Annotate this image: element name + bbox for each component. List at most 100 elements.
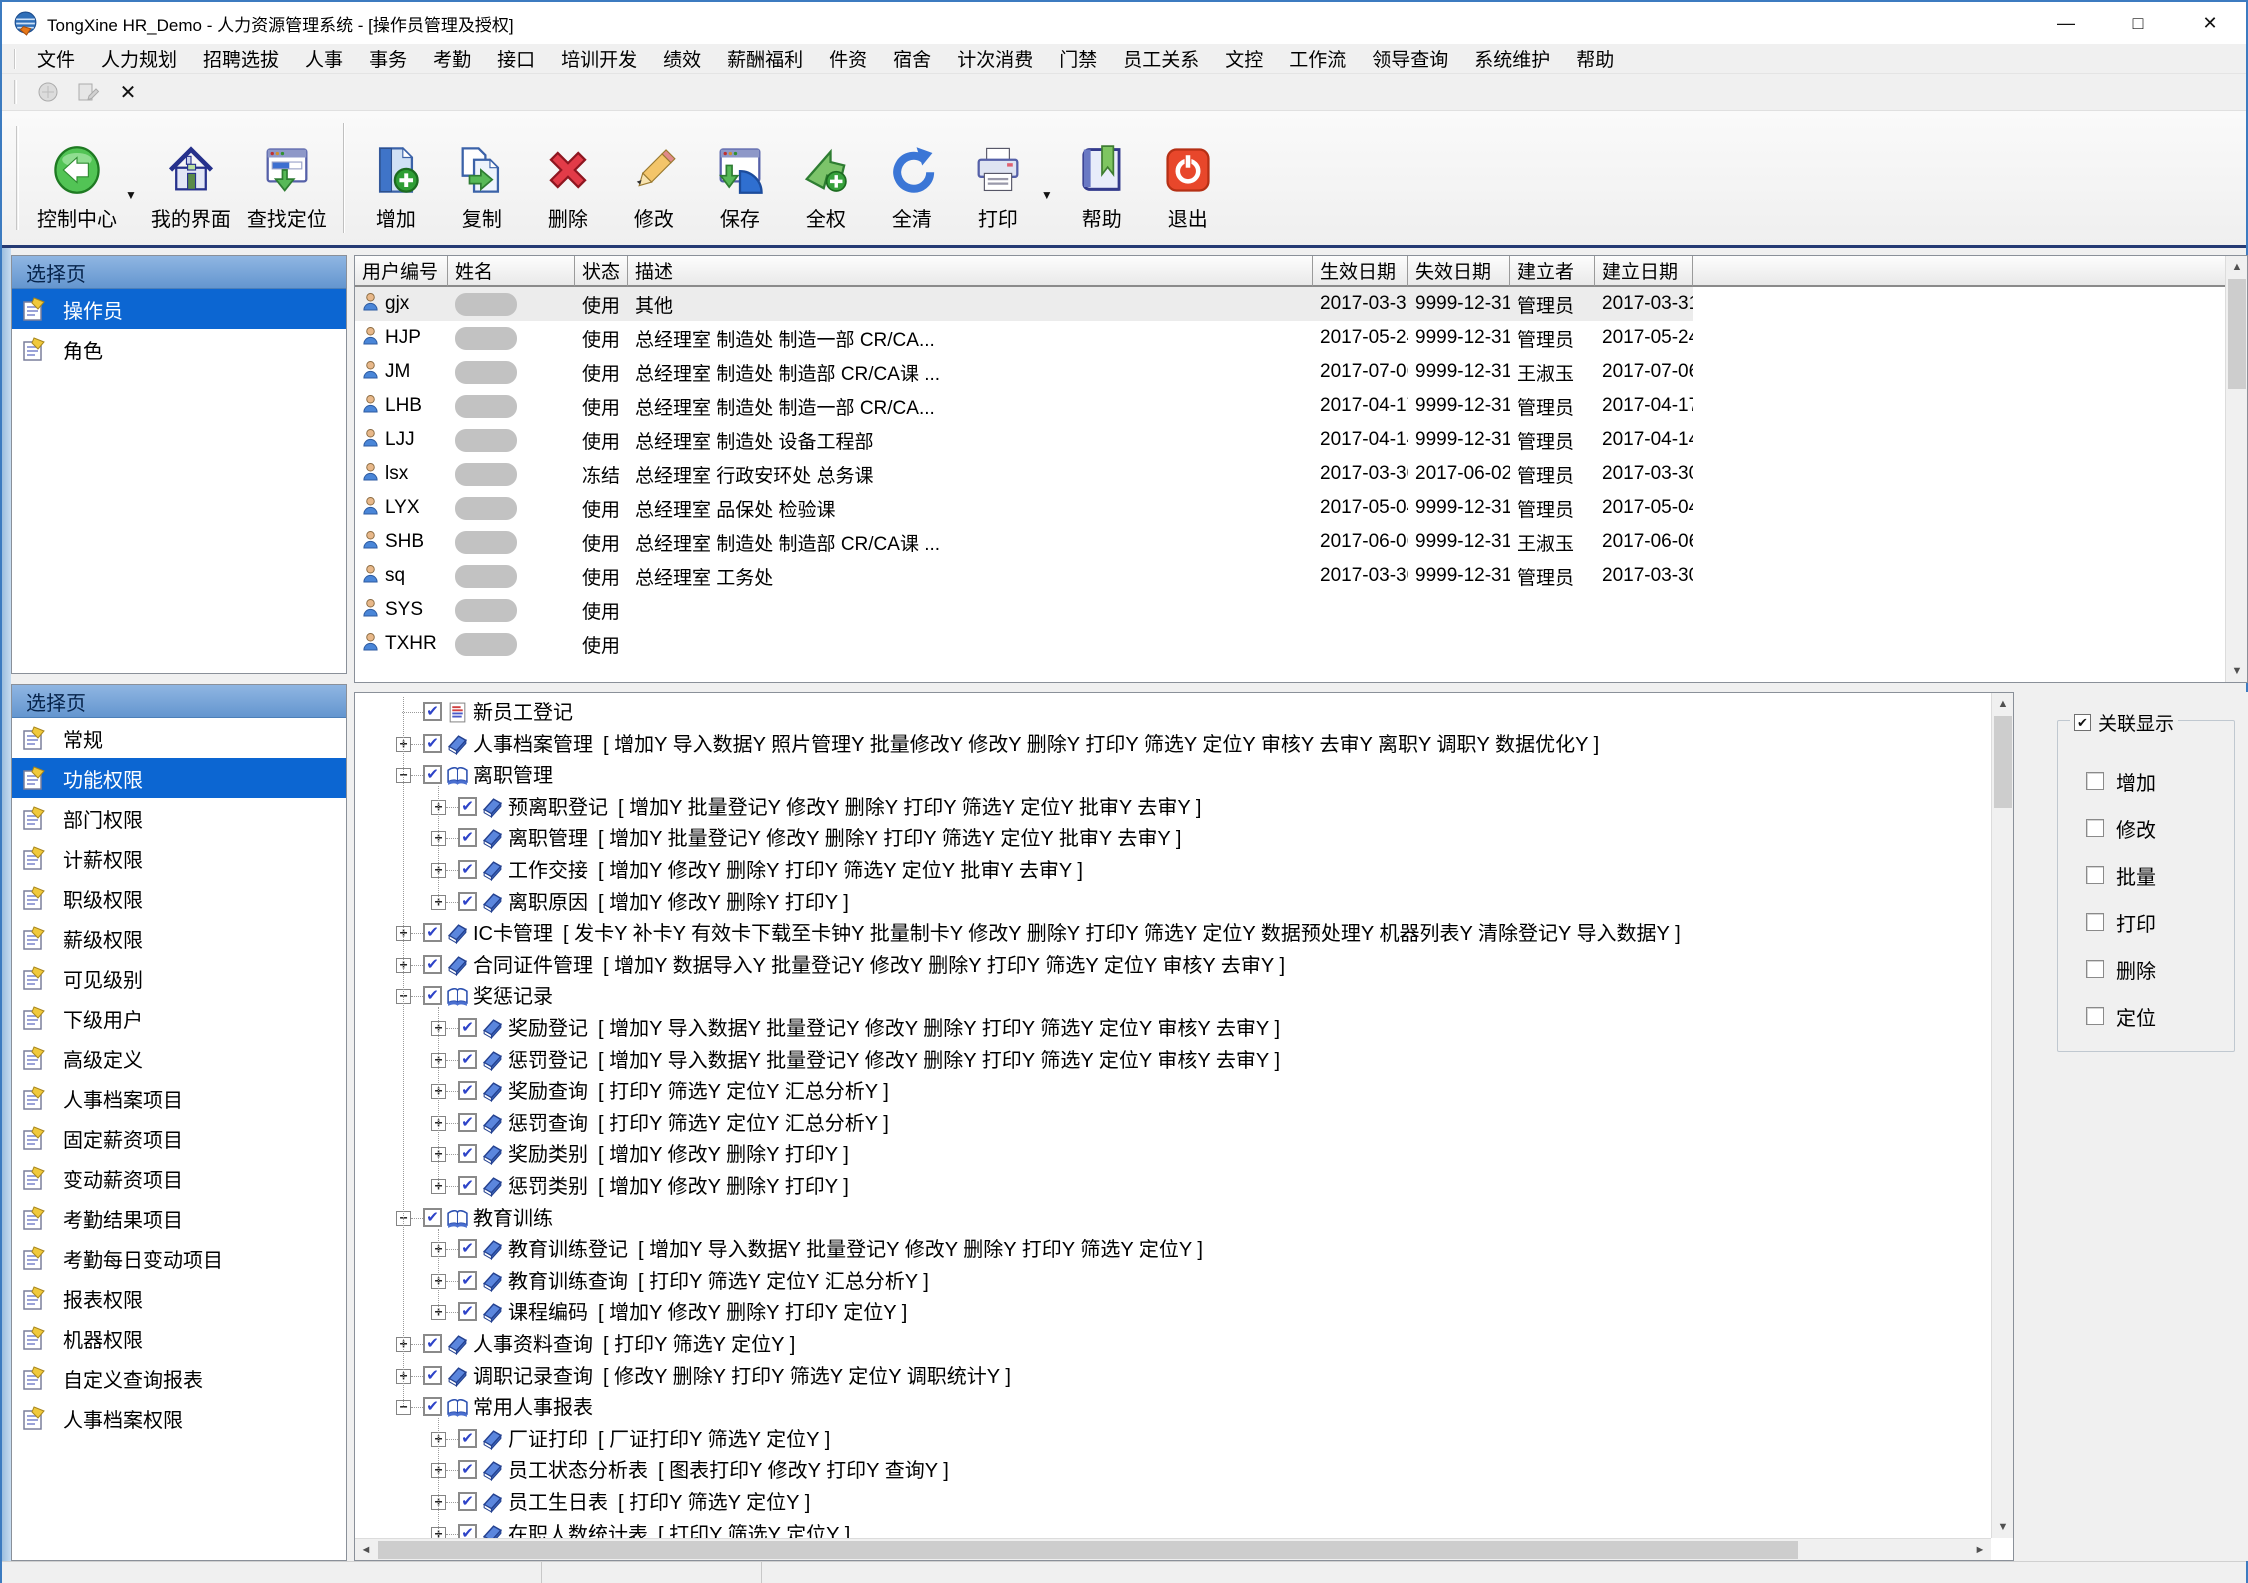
tree-checkbox[interactable]: ✔	[458, 1460, 477, 1479]
table-row[interactable]: lsx冻结总经理室 行政安环处 总务课2017-03-302017-06-02.…	[355, 457, 2247, 491]
table-vertical-scrollbar[interactable]: ▲ ▼	[2225, 256, 2247, 682]
menu-item-8[interactable]: 绩效	[650, 43, 714, 74]
tree-item-label-group[interactable]: 奖惩记录	[473, 981, 553, 1013]
tree-checkbox[interactable]: ✔	[423, 1208, 442, 1227]
tree-item-label-group[interactable]: 奖励查询[ 打印Y 筛选Y 定位Y 汇总分析Y ]	[508, 1076, 889, 1108]
permission-page-tab-8[interactable]: 高级定义	[12, 1038, 346, 1078]
tree-item-label-group[interactable]: 离职管理	[473, 760, 553, 792]
tree-item-label-group[interactable]: 惩罚查询[ 打印Y 筛选Y 定位Y 汇总分析Y ]	[508, 1108, 889, 1140]
menu-item-7[interactable]: 培训开发	[548, 43, 650, 74]
permission-page-tab-1[interactable]: 功能权限	[12, 758, 346, 798]
toolbar-grant-button[interactable]: 全权	[783, 116, 869, 240]
scroll-thumb[interactable]	[378, 1541, 1798, 1559]
link-option-checkbox[interactable]	[2086, 866, 2104, 884]
column-header-2[interactable]: 状态	[575, 256, 628, 287]
tree-checkbox[interactable]: ✔	[458, 1239, 477, 1258]
menu-item-19[interactable]: 帮助	[1563, 43, 1627, 74]
permission-page-tab-11[interactable]: 变动薪资项目	[12, 1158, 346, 1198]
table-row[interactable]: TXHR使用	[355, 627, 2247, 661]
toolbar-delete-button[interactable]: 删除	[525, 116, 611, 240]
menu-item-10[interactable]: 件资	[816, 43, 880, 74]
table-row[interactable]: SYS使用	[355, 593, 2247, 627]
tree-item-label-group[interactable]: 人事档案管理[ 增加Y 导入数据Y 照片管理Y 批量修改Y 修改Y 删除Y 打印…	[473, 729, 1599, 761]
menu-item-1[interactable]: 人力规划	[88, 43, 190, 74]
toolbar-save-button[interactable]: 保存	[697, 116, 783, 240]
tree-item-label-group[interactable]: 新员工登记	[473, 697, 573, 729]
column-header-1[interactable]: 姓名	[448, 256, 575, 287]
column-header-7[interactable]: 建立日期	[1595, 256, 1693, 287]
tree-checkbox[interactable]: ✔	[458, 1524, 477, 1538]
permission-page-tab-7[interactable]: 下级用户	[12, 998, 346, 1038]
dropdown-arrow-icon[interactable]: ▼	[1041, 154, 1053, 202]
toolbar-add-button[interactable]: 增加	[353, 116, 439, 240]
tree-checkbox[interactable]: ✔	[458, 1492, 477, 1511]
permission-page-tab-15[interactable]: 机器权限	[12, 1318, 346, 1358]
permission-page-tab-4[interactable]: 职级权限	[12, 878, 346, 918]
menu-item-2[interactable]: 招聘选拔	[190, 43, 292, 74]
menu-item-18[interactable]: 系统维护	[1461, 43, 1563, 74]
tree-checkbox[interactable]: ✔	[458, 1081, 477, 1100]
permission-page-tab-17[interactable]: 人事档案权限	[12, 1398, 346, 1438]
column-header-5[interactable]: 失效日期	[1408, 256, 1510, 287]
table-row[interactable]: LHB使用总经理室 制造处 制造一部 CR/CA...2017-04-17999…	[355, 389, 2247, 423]
menu-item-3[interactable]: 人事	[292, 43, 356, 74]
tree-checkbox[interactable]: ✔	[458, 1302, 477, 1321]
menu-item-17[interactable]: 领导查询	[1359, 43, 1461, 74]
tree-horizontal-scrollbar[interactable]: ◄ ►	[355, 1538, 1991, 1560]
tree-item-label-group[interactable]: 合同证件管理[ 增加Y 数据导入Y 批量登记Y 修改Y 删除Y 打印Y 筛选Y …	[473, 950, 1285, 982]
tree-item-label-group[interactable]: 人事资料查询[ 打印Y 筛选Y 定位Y ]	[473, 1329, 795, 1361]
table-row[interactable]: LJJ使用总经理室 制造处 设备工程部2017-04-149999-12-31管…	[355, 423, 2247, 457]
tree-item-label-group[interactable]: 离职管理[ 增加Y 批量登记Y 修改Y 删除Y 打印Y 筛选Y 定位Y 批审Y …	[508, 823, 1182, 855]
tree-item-label-group[interactable]: 员工生日表[ 打印Y 筛选Y 定位Y ]	[508, 1487, 810, 1519]
tree-item-label-group[interactable]: 调职记录查询[ 修改Y 删除Y 打印Y 筛选Y 定位Y 调职统计Y ]	[473, 1361, 1011, 1393]
toolbar-help-button[interactable]: 帮助	[1059, 116, 1145, 240]
link-option-checkbox[interactable]	[2086, 913, 2104, 931]
tree-checkbox[interactable]: ✔	[423, 702, 442, 721]
scroll-up-icon[interactable]: ▲	[1992, 693, 2014, 715]
tree-item-label-group[interactable]: 厂证打印[ 厂证打印Y 筛选Y 定位Y ]	[508, 1424, 830, 1456]
tree-checkbox[interactable]: ✔	[458, 1176, 477, 1195]
tree-checkbox[interactable]: ✔	[423, 955, 442, 974]
menu-item-5[interactable]: 考勤	[420, 43, 484, 74]
permission-page-tab-2[interactable]: 部门权限	[12, 798, 346, 838]
scroll-thumb[interactable]	[2228, 279, 2246, 389]
table-row[interactable]: HJP使用总经理室 制造处 制造一部 CR/CA...2017-05-24999…	[355, 321, 2247, 355]
menu-item-4[interactable]: 事务	[356, 43, 420, 74]
menu-item-15[interactable]: 文控	[1212, 43, 1276, 74]
maximize-button[interactable]: □	[2102, 2, 2174, 44]
menu-item-0[interactable]: 文件	[24, 43, 88, 74]
tree-checkbox[interactable]: ✔	[458, 1018, 477, 1037]
column-header-8[interactable]	[1693, 256, 2247, 287]
permission-page-tab-10[interactable]: 固定薪资项目	[12, 1118, 346, 1158]
tree-checkbox[interactable]: ✔	[423, 986, 442, 1005]
table-row[interactable]: SHB使用总经理室 制造处 制造部 CR/CA课 ...2017-06-0699…	[355, 525, 2247, 559]
tree-checkbox[interactable]: ✔	[458, 1144, 477, 1163]
menu-item-14[interactable]: 员工关系	[1110, 43, 1212, 74]
table-row[interactable]: sq使用总经理室 工务处2017-03-309999-12-31管理员2017-…	[355, 559, 2247, 593]
tree-checkbox[interactable]: ✔	[423, 1366, 442, 1385]
dropdown-arrow-icon[interactable]: ▼	[125, 154, 137, 202]
tree-item-label-group[interactable]: 奖励类别[ 增加Y 修改Y 删除Y 打印Y ]	[508, 1139, 849, 1171]
tree-item-label-group[interactable]: 工作交接[ 增加Y 修改Y 删除Y 打印Y 筛选Y 定位Y 批审Y 去审Y ]	[508, 855, 1083, 887]
tree-item-label-group[interactable]: 在职人数统计表[ 打印Y 筛选Y 定位Y ]	[508, 1519, 850, 1538]
permission-page-tab-9[interactable]: 人事档案项目	[12, 1078, 346, 1118]
tree-checkbox[interactable]: ✔	[458, 1271, 477, 1290]
table-row[interactable]: JM使用总经理室 制造处 制造部 CR/CA课 ...2017-07-06999…	[355, 355, 2247, 389]
toolbar-find-button[interactable]: 查找定位	[239, 116, 335, 240]
tree-item-label-group[interactable]: 教育训练查询[ 打印Y 筛选Y 定位Y 汇总分析Y ]	[508, 1266, 929, 1298]
tree-checkbox[interactable]: ✔	[458, 1113, 477, 1132]
tree-checkbox[interactable]: ✔	[423, 734, 442, 753]
tree-item-label-group[interactable]: IC卡管理[ 发卡Y 补卡Y 有效卡下载至卡钟Y 批量制卡Y 修改Y 删除Y 打…	[473, 918, 1681, 950]
link-option-checkbox[interactable]	[2086, 1007, 2104, 1025]
menu-item-12[interactable]: 计次消费	[944, 43, 1046, 74]
tree-checkbox[interactable]: ✔	[423, 1397, 442, 1416]
toolbar-copy-button[interactable]: 复制	[439, 116, 525, 240]
tree-checkbox[interactable]: ✔	[458, 797, 477, 816]
link-option-checkbox[interactable]	[2086, 819, 2104, 837]
menu-item-16[interactable]: 工作流	[1276, 43, 1359, 74]
column-header-4[interactable]: 生效日期	[1313, 256, 1408, 287]
scroll-right-icon[interactable]: ►	[1969, 1539, 1991, 1561]
menu-item-11[interactable]: 宿舍	[880, 43, 944, 74]
tree-checkbox[interactable]: ✔	[423, 1334, 442, 1353]
scroll-left-icon[interactable]: ◄	[355, 1539, 377, 1561]
